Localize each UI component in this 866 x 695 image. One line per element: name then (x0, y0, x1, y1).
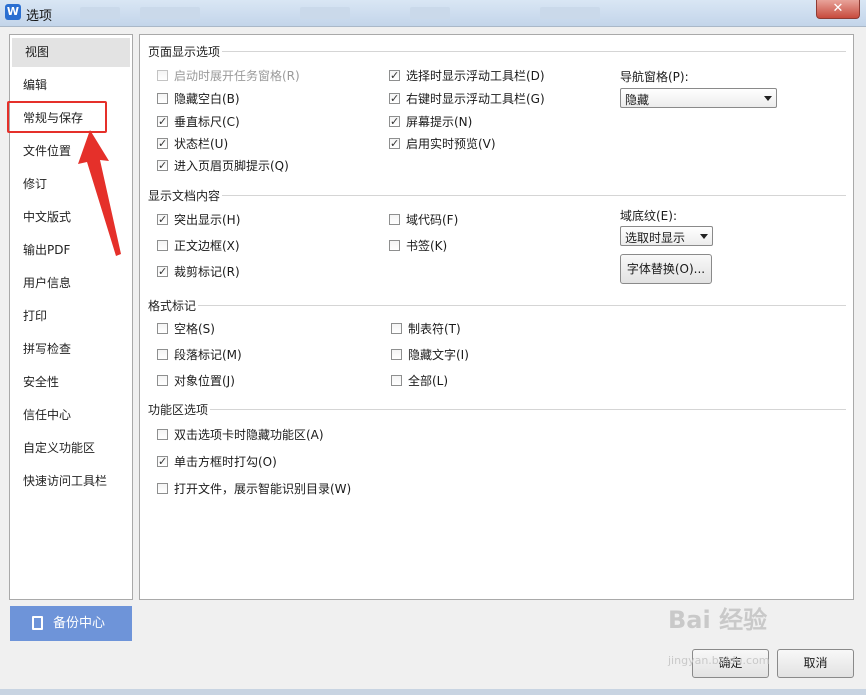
field-shading-label: 域底纹(E): (620, 209, 677, 223)
checkbox-box (157, 240, 168, 251)
section-divider (222, 51, 846, 52)
chevron-down-icon (764, 96, 772, 101)
checkbox-box (157, 429, 168, 440)
title-bar: W 选项 ✕ (0, 0, 866, 27)
nav-item-print[interactable]: 打印 (10, 302, 132, 331)
wps-app-icon: W (5, 4, 21, 20)
nav-item-edit[interactable]: 编辑 (10, 71, 132, 100)
checkbox-box (391, 349, 402, 360)
checkbox-box (157, 375, 168, 386)
backup-center-button[interactable]: 备份中心 (10, 606, 132, 641)
ghost-tab (540, 7, 600, 19)
baidu-jingyan-watermark: Bai 经验 (668, 606, 768, 634)
checkbox-box (157, 157, 168, 175)
nav-pane-label: 导航窗格(P): (620, 70, 689, 84)
watermark-url: jingyan.baidu.com (668, 654, 770, 667)
checkbox-box (389, 90, 400, 108)
font-replace-button[interactable]: 字体替换(O)... (620, 254, 712, 284)
nav-item-view[interactable]: 视图 (12, 38, 130, 67)
section-title-page-display: 页面显示选项 (148, 45, 221, 59)
window-title: 选项 (26, 9, 53, 24)
checkbox-box (157, 453, 168, 471)
chevron-down-icon (700, 234, 708, 239)
checkbox-box (391, 323, 402, 334)
checkbox-box (157, 263, 168, 281)
field-shading-select[interactable]: 选取时显示 (620, 226, 713, 246)
nav-item-quick-access-toolbar[interactable]: 快速访问工具栏 (10, 467, 132, 496)
taskbar-strip (0, 689, 866, 695)
annotation-arrow-icon (78, 130, 121, 256)
annotation-highlight-box (7, 101, 107, 133)
checkbox-box (389, 67, 400, 85)
checkbox-box (157, 93, 168, 104)
checkbox-box (389, 113, 400, 131)
nav-item-user-info[interactable]: 用户信息 (10, 269, 132, 298)
checkbox-box (157, 135, 168, 153)
view-options-panel: 页面显示选项 启动时展开任务窗格(R) 隐藏空白(B) 垂直标尺(C) 状态栏(… (139, 34, 854, 600)
ghost-tab (140, 7, 200, 19)
checkbox-box (157, 113, 168, 131)
checkbox-box (157, 323, 168, 334)
section-divider (198, 305, 846, 306)
ghost-tab (80, 7, 120, 19)
section-title-format-marks: 格式标记 (148, 299, 197, 313)
close-button[interactable]: ✕ (816, 0, 860, 19)
section-title-ribbon: 功能区选项 (148, 403, 209, 417)
backup-center-label: 备份中心 (53, 616, 106, 631)
ghost-tab (300, 7, 350, 19)
checkbox-box (157, 349, 168, 360)
checkbox-box (157, 211, 168, 229)
nav-item-trust-center[interactable]: 信任中心 (10, 401, 132, 430)
section-divider (222, 195, 846, 196)
ghost-tab (410, 7, 450, 19)
nav-pane-select[interactable]: 隐藏 (620, 88, 777, 108)
cancel-button[interactable]: 取消 (777, 649, 854, 678)
checkbox-box (391, 375, 402, 386)
checkbox-box (157, 483, 168, 494)
section-title-doc-content: 显示文档内容 (148, 189, 221, 203)
nav-item-spell-check[interactable]: 拼写检查 (10, 335, 132, 364)
checkbox-box (157, 70, 168, 81)
checkbox-box (389, 214, 400, 225)
checkbox-box (389, 240, 400, 251)
nav-item-security[interactable]: 安全性 (10, 368, 132, 397)
checkbox-box (389, 135, 400, 153)
nav-item-customize-ribbon[interactable]: 自定义功能区 (10, 434, 132, 463)
backup-icon (32, 616, 43, 630)
section-divider (210, 409, 846, 410)
